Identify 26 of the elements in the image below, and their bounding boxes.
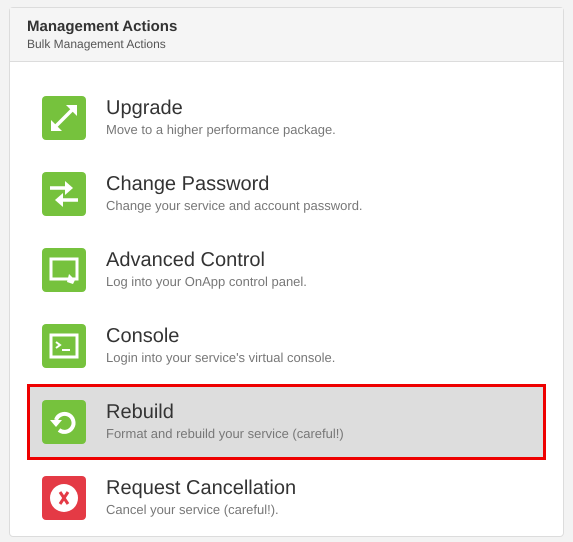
action-item[interactable]: Console Login into your service's virtual console.	[27, 308, 546, 384]
panel-title: Management Actions	[27, 18, 178, 36]
refresh-icon	[42, 400, 86, 444]
action-description: Cancel your service (careful!).	[106, 501, 280, 519]
screen-pointer-icon	[42, 248, 86, 292]
action-description: Change your service and account password.	[106, 197, 363, 215]
resize-arrows-icon	[42, 96, 86, 140]
action-title: Console	[106, 324, 180, 349]
action-title: Rebuild	[106, 400, 175, 425]
action-title: Advanced Control	[106, 248, 266, 273]
action-title: Upgrade	[106, 96, 184, 121]
action-item[interactable]: Request Cancellation Cancel your service (careful!).	[27, 460, 546, 536]
cancel-icon	[42, 476, 86, 520]
action-description: Log into your OnApp control panel.	[106, 273, 307, 291]
action-description: Format and rebuild your service (careful!)	[106, 425, 344, 443]
action-title: Change Password	[106, 172, 270, 197]
panel-subtitle: Bulk Management Actions	[27, 36, 167, 52]
action-item[interactable]: Change Password Change your service and account password.	[27, 156, 546, 232]
action-title: Request Cancellation	[106, 476, 296, 501]
action-item[interactable]: Rebuild Format and rebuild your service (careful!)	[27, 384, 546, 460]
action-description: Login into your service's virtual console.	[106, 349, 336, 367]
swap-arrows-icon	[42, 172, 86, 216]
terminal-icon	[42, 324, 86, 368]
action-item[interactable]: Advanced Control Log into your OnApp control panel.	[27, 232, 546, 308]
action-description: Move to a higher performance package.	[106, 121, 336, 139]
action-item[interactable]: Upgrade Move to a higher performance package.	[27, 80, 546, 156]
